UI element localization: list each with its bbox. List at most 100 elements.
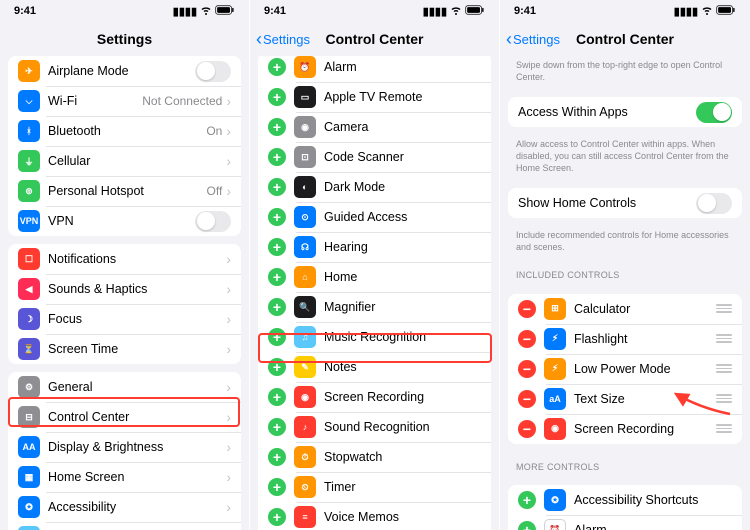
row-label: Text Size [574,392,712,406]
drag-handle-icon[interactable] [716,424,732,433]
drag-handle-icon[interactable] [716,304,732,313]
navbar: ‹ Settings Control Center [500,22,750,56]
back-button[interactable]: ‹ Settings [506,30,560,48]
back-label: Settings [263,32,310,47]
remove-button[interactable]: − [518,420,536,438]
add-button[interactable]: + [268,508,286,526]
add-button[interactable]: + [268,88,286,106]
add-button[interactable]: + [268,118,286,136]
status-bar: 9:41 ▮▮▮▮ [500,0,750,22]
show-home-controls-row: Show Home Controls [508,188,742,218]
settings-row-wallpaper[interactable]: ✿Wallpaper› [8,522,241,530]
display-icon: AA [18,436,40,458]
chevron-right-icon: › [226,311,231,327]
row-label: Guided Access [324,210,481,224]
settings-row-accessibility[interactable]: ✪Accessibility› [8,492,241,522]
wallpaper-icon: ✿ [18,526,40,530]
add-button[interactable]: + [268,478,286,496]
footer-text: Allow access to Control Center within ap… [500,135,750,180]
row-value: Not Connected [142,94,222,108]
homescreen-icon: ▦ [18,466,40,488]
row-label: VPN [48,214,195,228]
settings-row-airplane: ✈︎Airplane Mode [8,56,241,86]
add-button[interactable]: + [518,491,536,509]
music-icon: ♫ [294,326,316,348]
settings-row-sounds[interactable]: ◀︎Sounds & Haptics› [8,274,241,304]
add-button[interactable]: + [268,298,286,316]
settings-row-control-center[interactable]: ⊟Control Center› [8,402,241,432]
row-label: Accessibility [48,500,226,514]
access-within-apps-switch[interactable] [696,102,732,123]
show-home-controls-switch[interactable] [696,193,732,214]
status-icons: ▮▮▮▮ [674,4,736,19]
row-label: Sounds & Haptics [48,282,226,296]
airplane-switch[interactable] [195,61,231,82]
add-button[interactable]: + [268,148,286,166]
row-label: Display & Brightness [48,440,226,454]
back-button[interactable]: ‹ Settings [256,30,310,48]
hearing-icon: ☊ [294,236,316,258]
chevron-right-icon: › [226,409,231,425]
add-button[interactable]: + [518,521,536,530]
add-button[interactable]: + [268,448,286,466]
add-button[interactable]: + [268,238,286,256]
add-button[interactable]: + [268,58,286,76]
add-row-voicememos: +≡Voice Memos [258,502,491,530]
section-header: More Controls [500,452,750,478]
add-button[interactable]: + [268,328,286,346]
chevron-right-icon: › [226,93,231,109]
settings-row-general[interactable]: ⚙︎General› [8,372,241,402]
remove-button[interactable]: − [518,360,536,378]
vpn-switch[interactable] [195,211,231,232]
add-row-screenrec: +◉Screen Recording [258,382,491,412]
row-label: General [48,380,226,394]
included-row-textsize: −aAText Size [508,384,742,414]
add-button[interactable]: + [268,358,286,376]
row-label: Magnifier [324,300,481,314]
control-center-icon: ⊟ [18,406,40,428]
wifi-icon [200,4,212,19]
row-label: Stopwatch [324,450,481,464]
remove-button[interactable]: − [518,390,536,408]
codescanner-icon: ⊡ [294,146,316,168]
settings-row-homescreen[interactable]: ▦Home Screen› [8,462,241,492]
row-label: Voice Memos [324,510,481,524]
add-button[interactable]: + [268,388,286,406]
chevron-right-icon: › [226,439,231,455]
back-label: Settings [513,32,560,47]
settings-row-hotspot[interactable]: ⊚Personal HotspotOff› [8,176,241,206]
drag-handle-icon[interactable] [716,394,732,403]
included-row-screenrec: −◉Screen Recording [508,414,742,444]
page-title: Settings [97,31,152,47]
add-button[interactable]: + [268,418,286,436]
wifi-icon [701,4,713,19]
add-row-magnifier: +🔍Magnifier [258,292,491,322]
included-row-calculator: −⊞Calculator [508,294,742,324]
row-label: Wi-Fi [48,94,142,108]
add-button[interactable]: + [268,208,286,226]
remove-button[interactable]: − [518,300,536,318]
drag-handle-icon[interactable] [716,334,732,343]
settings-row-cellular[interactable]: ⏚Cellular› [8,146,241,176]
alarm-icon: ⏰ [294,56,316,78]
settings-row-focus[interactable]: ☽Focus› [8,304,241,334]
settings-row-screentime[interactable]: ⏳Screen Time› [8,334,241,364]
add-button[interactable]: + [268,268,286,286]
row-label: Hearing [324,240,481,254]
row-value: On [206,124,222,138]
settings-row-display[interactable]: AA Display & Brightness› [8,432,241,462]
chevron-right-icon: › [226,341,231,357]
settings-row-bluetooth[interactable]: ᚼBluetoothOn› [8,116,241,146]
remove-button[interactable]: − [518,330,536,348]
drag-handle-icon[interactable] [716,364,732,373]
settings-row-notifications[interactable]: ☐Notifications› [8,244,241,274]
add-button[interactable]: + [268,178,286,196]
chevron-left-icon: ‹ [256,30,262,48]
row-label: Calculator [574,302,712,316]
row-label: Airplane Mode [48,64,195,78]
settings-row-wifi[interactable]: ⌵Wi-FiNot Connected› [8,86,241,116]
row-label: Focus [48,312,226,326]
chevron-right-icon: › [226,251,231,267]
row-label: Personal Hotspot [48,184,207,198]
row-label: Camera [324,120,481,134]
